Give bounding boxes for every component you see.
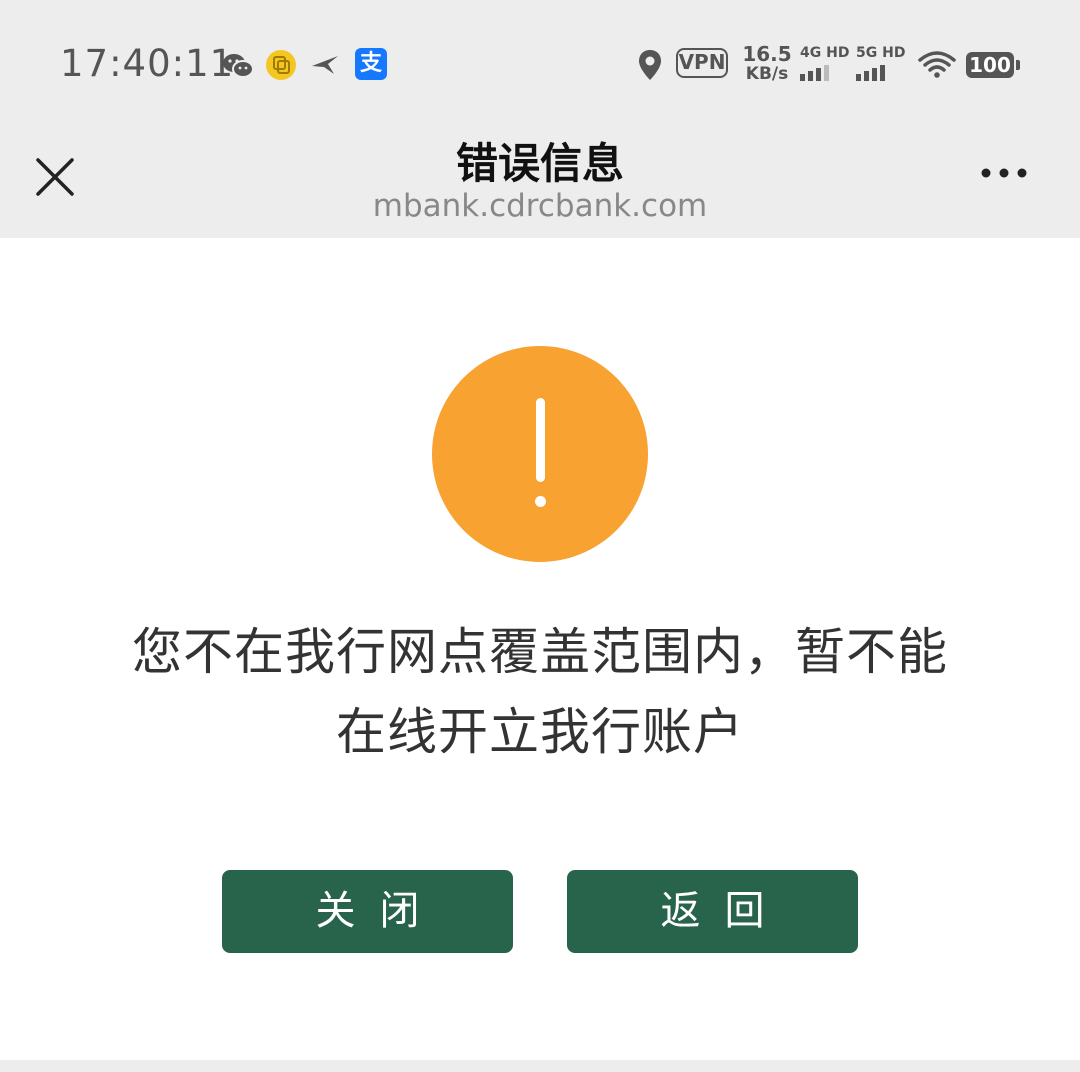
- more-icon: [981, 168, 1027, 178]
- exclamation-icon: [536, 398, 545, 482]
- wifi-icon: [918, 51, 956, 78]
- close-button[interactable]: 关闭: [222, 870, 513, 953]
- error-message-line-1: 您不在我行网点覆盖范围内，暂不能: [132, 623, 948, 681]
- status-bar: 17:40:11 支 VPN 16.5 KB/s 4G HD 5G HD 100: [0, 0, 1080, 128]
- signal-4g-label: 4G HD: [800, 45, 850, 61]
- more-options-button[interactable]: [976, 158, 1036, 188]
- bird-app-icon: [312, 56, 338, 74]
- error-message: 您不在我行网点覆盖范围内，暂不能 在线开立我行账户: [90, 612, 990, 772]
- speed-value: 16.5: [742, 42, 792, 66]
- error-message-line-2: 在线开立我行账户: [336, 703, 744, 761]
- status-time: 17:40:11: [60, 42, 235, 85]
- signal-bars-icon: [856, 65, 905, 81]
- alipay-icon: 支: [355, 48, 387, 80]
- speed-unit: KB/s: [745, 64, 789, 84]
- copy-app-icon: [266, 50, 296, 80]
- exclamation-dot: [535, 496, 546, 507]
- warning-icon: [432, 346, 648, 562]
- battery-tip: [1016, 60, 1020, 70]
- back-button[interactable]: 返回: [567, 870, 858, 953]
- battery-icon: 100: [966, 52, 1014, 78]
- signal-5g-label: 5G HD: [856, 45, 906, 61]
- wechat-icon: [223, 54, 254, 78]
- title-bar: 错误信息 mbank.cdrcbank.com: [0, 128, 1080, 238]
- signal-4g: 4G HD: [800, 45, 849, 81]
- network-speed: 16.5 KB/s: [742, 44, 792, 84]
- signal-5g: 5G HD: [856, 45, 905, 81]
- signal-bars-icon: [800, 65, 849, 81]
- bottom-strip: [0, 1060, 1080, 1072]
- location-icon: [639, 50, 661, 80]
- page-title: 错误信息: [455, 139, 624, 188]
- vpn-badge: VPN: [676, 48, 728, 78]
- page-url: mbank.cdrcbank.com: [372, 188, 708, 224]
